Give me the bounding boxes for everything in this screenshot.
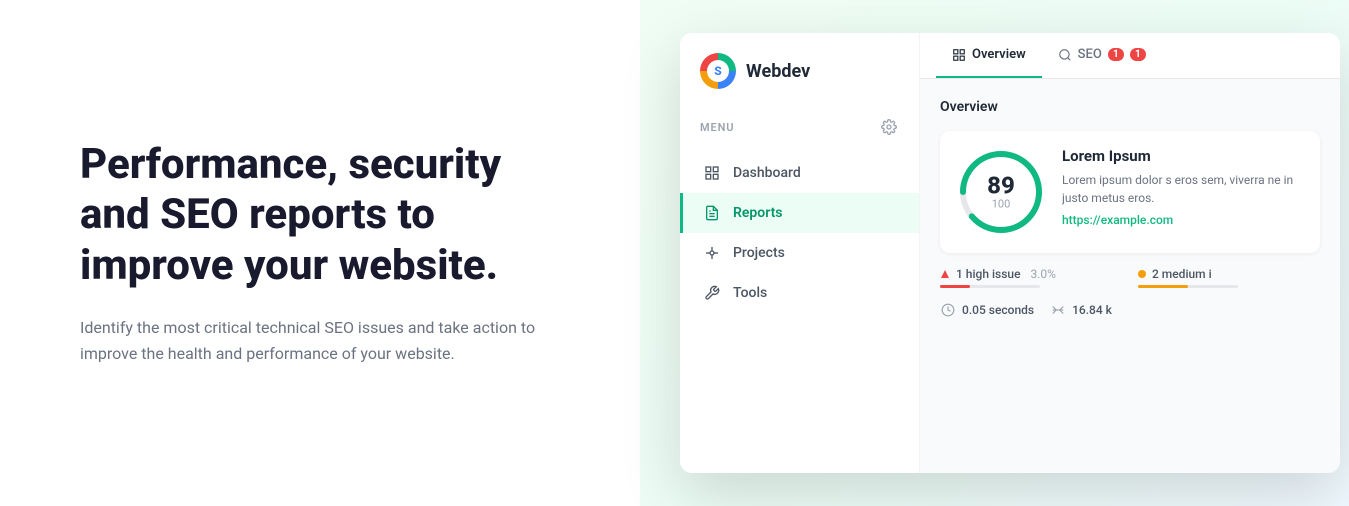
hero-section: Performance, security and SEO reports to… (0, 80, 640, 426)
content-panel: Overview 89 100 (920, 79, 1340, 473)
tab-bar: Overview SEO 1 1 (920, 33, 1340, 79)
high-issue-bar-fill (940, 285, 970, 288)
score-display: 89 100 (987, 174, 1015, 211)
seo-tab-badge: 1 (1108, 48, 1124, 61)
brand-name: Webdev (746, 61, 810, 82)
menu-label-row: MENU (680, 109, 919, 145)
stat-time: 0.05 seconds (940, 302, 1034, 318)
sidebar-item-projects-label: Projects (733, 245, 785, 261)
tools-icon (703, 284, 721, 302)
sidebar-item-tools[interactable]: Tools (680, 273, 919, 313)
overview-tab-icon (952, 48, 966, 62)
stat-size: 16.84 k (1050, 302, 1112, 318)
sidebar-item-dashboard[interactable]: Dashboard (680, 153, 919, 193)
high-issue-bar (940, 285, 1040, 288)
scale-icon (1050, 302, 1066, 318)
score-value: 89 (987, 174, 1015, 198)
circular-progress: 89 100 (956, 147, 1046, 237)
main-content: Overview SEO 1 1 Overview (920, 33, 1340, 473)
seo-tab-badge-2: 1 (1130, 48, 1146, 61)
medium-issue-item: 2 medium i (1138, 267, 1320, 288)
tab-overview[interactable]: Overview (936, 33, 1042, 78)
high-issue-label: 1 high issue (956, 267, 1021, 281)
app-window: S Webdev MENU (680, 33, 1340, 473)
sidebar-item-reports[interactable]: Reports (680, 193, 919, 233)
sidebar: S Webdev MENU (680, 33, 920, 473)
medium-issue-bar-fill (1138, 285, 1188, 288)
sidebar-item-projects[interactable]: Projects (680, 233, 919, 273)
tab-seo-label: SEO (1078, 47, 1102, 62)
hero-subtitle: Identify the most critical technical SEO… (80, 315, 540, 366)
score-description: Lorem ipsum dolor s eros sem, viverra ne… (1062, 171, 1304, 207)
sidebar-header: S Webdev (680, 53, 919, 109)
medium-issue-dot (1138, 270, 1146, 278)
tab-seo[interactable]: SEO 1 1 (1042, 33, 1162, 78)
sidebar-item-reports-label: Reports (733, 205, 783, 221)
high-issue-triangle (940, 269, 950, 279)
sidebar-item-dashboard-label: Dashboard (733, 165, 801, 181)
stat-size-value: 16.84 k (1072, 303, 1112, 317)
reports-icon (703, 204, 721, 222)
issues-row: 1 high issue 3.0% 2 medium i (940, 267, 1320, 288)
score-card: 89 100 Lorem Ipsum Lorem ipsum dolor s e… (940, 131, 1320, 253)
score-info: Lorem Ipsum Lorem ipsum dolor s eros sem… (1062, 147, 1304, 227)
overview-section-title: Overview (940, 99, 1320, 115)
projects-icon (703, 244, 721, 262)
settings-icon[interactable] (879, 117, 899, 137)
menu-label-text: MENU (700, 121, 734, 134)
mockup-area: S Webdev MENU (640, 0, 1349, 506)
seo-tab-icon (1058, 48, 1072, 62)
tab-overview-label: Overview (972, 47, 1026, 62)
dashboard-icon (703, 164, 721, 182)
timer-icon (940, 302, 956, 318)
high-issue-item: 1 high issue 3.0% (940, 267, 1122, 288)
stat-time-value: 0.05 seconds (962, 303, 1034, 317)
score-title: Lorem Ipsum (1062, 147, 1304, 165)
sidebar-item-tools-label: Tools (733, 285, 767, 301)
stats-row: 0.05 seconds 16.84 k (940, 302, 1320, 318)
score-link[interactable]: https://example.com (1062, 213, 1304, 227)
high-issue-percent: 3.0% (1031, 267, 1056, 281)
hero-title: Performance, security and SEO reports to… (80, 140, 560, 291)
medium-issue-label: 2 medium i (1152, 267, 1212, 281)
brand-logo: S (700, 53, 736, 89)
medium-issue-bar (1138, 285, 1238, 288)
brand-logo-inner: S (707, 60, 729, 82)
